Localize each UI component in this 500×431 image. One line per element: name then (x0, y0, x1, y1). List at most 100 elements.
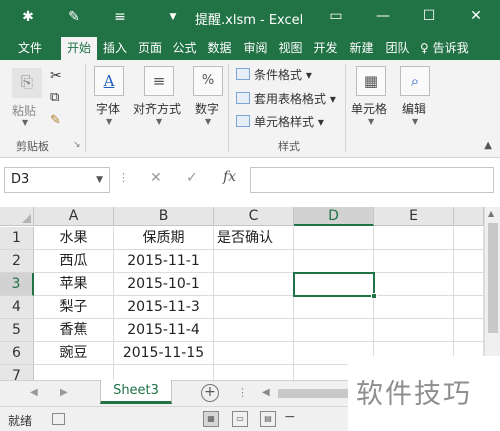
scroll-up-icon[interactable]: ▲ (488, 209, 494, 218)
number-dropdown-icon[interactable]: ▼ (205, 117, 211, 126)
horizontal-scroll-thumb[interactable] (278, 389, 348, 398)
column-header-e[interactable]: E (374, 207, 454, 226)
column-header-a[interactable]: A (34, 207, 114, 226)
customize-qat-icon[interactable]: ▼ (163, 7, 183, 27)
minimize-icon[interactable]: — (372, 5, 394, 27)
tab-team[interactable]: 团队 (381, 37, 414, 60)
tab-review[interactable]: 审阅 (239, 37, 272, 60)
number-label[interactable]: 数字 (195, 100, 219, 117)
formula-input[interactable] (250, 167, 494, 193)
cells-icon[interactable]: ▦ (356, 66, 386, 96)
cell-d4[interactable] (294, 296, 374, 319)
row-header-1[interactable]: 1 (0, 227, 34, 250)
cell-b5[interactable]: 2015-11-4 (114, 319, 214, 342)
prev-sheet-icon[interactable]: ◀ (30, 387, 38, 398)
alignment-label[interactable]: 对齐方式 (133, 100, 181, 117)
tab-insert[interactable]: 插入 (99, 37, 131, 60)
close-icon[interactable]: ✕ (465, 5, 487, 27)
cell-e3[interactable] (374, 273, 454, 296)
row-header-4[interactable]: 4 (0, 296, 34, 319)
cells-dropdown-icon[interactable]: ▼ (368, 117, 374, 126)
percent-icon[interactable]: % (193, 66, 223, 96)
column-header-c[interactable]: C (214, 207, 294, 226)
confirm-icon[interactable]: ✓ (186, 170, 198, 186)
cell-f3[interactable] (454, 273, 484, 296)
cell-b2[interactable]: 2015-11-1 (114, 250, 214, 273)
cell-e5[interactable] (374, 319, 454, 342)
pin-icon[interactable]: ✱ (18, 7, 38, 27)
select-all-corner[interactable] (0, 207, 34, 226)
cell-f4[interactable] (454, 296, 484, 319)
cell-a5[interactable]: 香蕉 (34, 319, 114, 342)
name-box[interactable]: D3 ▼ (4, 167, 110, 193)
tab-page-layout[interactable]: 页面 (133, 37, 167, 60)
name-box-dropdown-icon[interactable]: ▼ (96, 168, 103, 192)
cell-c3[interactable] (214, 273, 294, 296)
cell-c6[interactable] (214, 342, 294, 365)
tab-splitter-icon[interactable]: ⋮ (237, 386, 248, 399)
row-header-5[interactable]: 5 (0, 319, 34, 342)
cell-f5[interactable] (454, 319, 484, 342)
tab-view[interactable]: 视图 (274, 37, 307, 60)
editing-dropdown-icon[interactable]: ▼ (412, 117, 418, 126)
collapse-ribbon-icon[interactable]: ▲ (484, 140, 492, 151)
cell-a1[interactable]: 水果 (34, 227, 114, 250)
format-painter-ribbon-icon[interactable]: ✎ (50, 113, 61, 128)
cell-b1[interactable]: 保质期 (114, 227, 214, 250)
normal-view-icon[interactable]: ▦ (203, 411, 219, 427)
clipboard-launcher-icon[interactable]: ↘ (73, 140, 81, 150)
vertical-scroll-thumb[interactable] (488, 223, 498, 333)
next-sheet-icon[interactable]: ▶ (60, 387, 68, 398)
add-sheet-icon[interactable]: + (201, 384, 219, 402)
cell-c2[interactable] (214, 250, 294, 273)
cell-a6[interactable]: 豌豆 (34, 342, 114, 365)
font-label[interactable]: 字体 (96, 100, 120, 117)
conditional-format-button[interactable]: 条件格式 ▾ (236, 66, 312, 84)
search-icon[interactable]: ⌕ (400, 66, 430, 96)
cells-label[interactable]: 单元格 (351, 100, 387, 117)
font-dropdown-icon[interactable]: ▼ (106, 117, 112, 126)
zoom-out-icon[interactable]: − (284, 409, 296, 425)
cell-b3[interactable]: 2015-10-1 (114, 273, 214, 296)
tab-data[interactable]: 数据 (203, 37, 236, 60)
formula-bar-grip-icon[interactable]: ⋮ (118, 171, 129, 184)
format-painter-icon[interactable]: ✎ (64, 7, 84, 27)
tab-home[interactable]: 开始 (61, 37, 97, 60)
cell-c1[interactable]: 是否确认 (214, 227, 294, 250)
cell-f1[interactable] (454, 227, 484, 250)
editing-label[interactable]: 编辑 (402, 100, 426, 117)
cell-f2[interactable] (454, 250, 484, 273)
font-icon[interactable]: A (94, 66, 124, 96)
tab-new[interactable]: 新建 (345, 37, 378, 60)
cell-e2[interactable] (374, 250, 454, 273)
cancel-icon[interactable]: ✕ (150, 170, 162, 186)
column-header-b[interactable]: B (114, 207, 214, 226)
ribbon-display-icon[interactable]: ▭ (325, 5, 347, 27)
page-layout-view-icon[interactable]: ▭ (232, 411, 248, 427)
row-header-3[interactable]: 3 (0, 273, 34, 296)
cut-icon[interactable]: ✂ (50, 68, 62, 84)
cell-c4[interactable] (214, 296, 294, 319)
cell-d2[interactable] (294, 250, 374, 273)
cell-a3[interactable]: 苹果 (34, 273, 114, 296)
sheet-tab-sheet3[interactable]: Sheet3 (100, 380, 172, 404)
cell-a2[interactable]: 西瓜 (34, 250, 114, 273)
page-break-view-icon[interactable]: ▤ (260, 411, 276, 427)
row-header-2[interactable]: 2 (0, 250, 34, 273)
paste-label[interactable]: 粘贴 (12, 102, 36, 119)
scroll-left-icon[interactable]: ◀ (262, 387, 270, 398)
paste-icon[interactable]: ⎘ (12, 68, 42, 98)
cell-d5[interactable] (294, 319, 374, 342)
tab-file[interactable]: 文件 (8, 37, 52, 60)
cell-b6[interactable]: 2015-11-15 (114, 342, 214, 365)
fill-handle[interactable] (371, 293, 377, 299)
column-header-d[interactable]: D (294, 207, 374, 226)
tab-developer[interactable]: 开发 (309, 37, 342, 60)
vertical-scrollbar[interactable]: ▲ ▼ (484, 207, 500, 377)
cell-styles-button[interactable]: 单元格样式 ▾ (236, 113, 324, 131)
alignment-icon[interactable]: ≡ (144, 66, 174, 96)
maximize-icon[interactable]: ☐ (418, 5, 440, 27)
cell-d1[interactable] (294, 227, 374, 250)
macro-record-icon[interactable] (52, 413, 65, 425)
menu-icon[interactable]: ≡ (110, 7, 130, 27)
